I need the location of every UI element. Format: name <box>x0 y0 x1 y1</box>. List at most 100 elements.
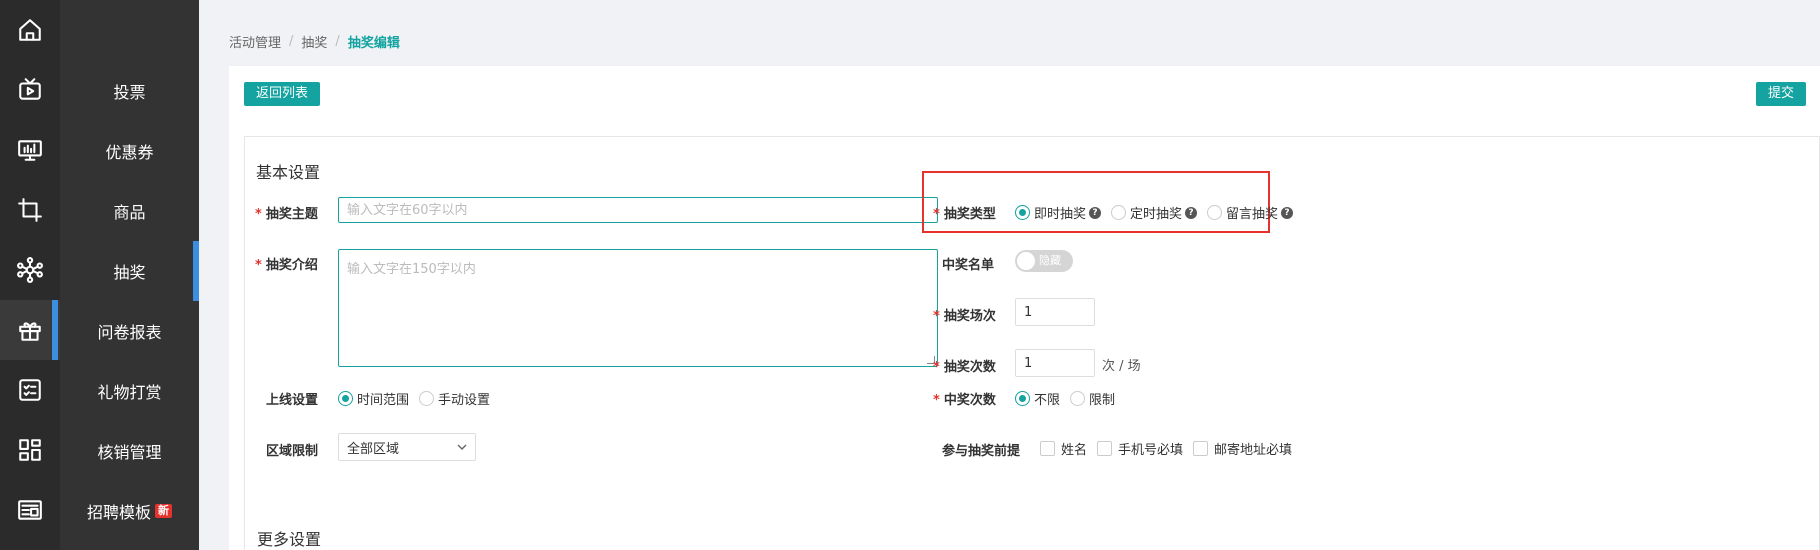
win-times-option-unlimited[interactable]: 不限 <box>1015 389 1060 408</box>
submenu-item-label: 优惠券 <box>105 143 154 162</box>
winner-list-toggle[interactable]: 隐藏 <box>1015 250 1073 272</box>
win-times-option-limit[interactable]: 限制 <box>1070 389 1115 408</box>
required-mark: * <box>255 207 262 222</box>
intro-label: * 抽奖介绍 <box>255 258 318 273</box>
submenu-item-vote[interactable]: 投票 <box>60 61 199 121</box>
radio-unselected <box>1070 391 1086 406</box>
submenu-item-verify[interactable]: 核销管理 <box>60 421 199 481</box>
grid-apps-icon <box>19 439 41 461</box>
checkbox-unchecked <box>1040 441 1055 456</box>
required-mark: * <box>933 309 940 324</box>
rail-network[interactable] <box>0 250 60 290</box>
edit-card: 返回列表 提交 基本设置 *抽奖主题 *抽奖介绍 上线设置 时间范围 手动设置 … <box>229 66 1820 550</box>
submenu-item-label: 核销管理 <box>97 443 162 462</box>
rounds-label: * 抽奖场次 <box>933 309 996 324</box>
tv-icon <box>19 78 41 100</box>
rail-grid[interactable] <box>0 430 60 470</box>
prereq-option-name[interactable]: 姓名 <box>1040 439 1087 458</box>
chevron-down-icon <box>457 444 467 450</box>
online-label: 上线设置 <box>266 393 319 408</box>
highlight-box <box>922 171 1270 233</box>
online-option-manual[interactable]: 手动设置 <box>419 389 490 408</box>
rail-home[interactable] <box>0 10 60 50</box>
submit-button[interactable]: 提交 <box>1755 82 1806 106</box>
network-icon <box>17 257 43 283</box>
home-icon <box>19 19 41 41</box>
prereq-label: 参与抽奖前提 <box>942 444 1021 459</box>
newspaper-icon <box>18 500 42 520</box>
toggle-knob <box>1017 252 1035 270</box>
submenu-item-coupon[interactable]: 优惠券 <box>60 121 199 181</box>
radio-unselected <box>1207 205 1223 220</box>
back-to-list-button[interactable]: 返回列表 <box>244 82 321 106</box>
intro-textarea[interactable] <box>338 249 938 367</box>
submenu-item-label: 抽奖 <box>113 263 146 282</box>
rail-checklist[interactable] <box>0 370 60 410</box>
submenu-item-survey-report[interactable]: 问卷报表 <box>60 301 199 361</box>
gift-icon <box>19 322 41 341</box>
radio-unselected <box>1111 205 1127 220</box>
submenu-item-goods[interactable]: 商品 <box>60 181 199 241</box>
online-option-time-range[interactable]: 时间范围 <box>338 389 409 408</box>
online-radio-group: 时间范围 手动设置 <box>338 389 500 408</box>
checklist-icon <box>19 379 41 401</box>
more-settings-title: 更多设置 <box>257 530 322 549</box>
lottery-type-radio-group: 即时抽奖? 定时抽奖? 留言抽奖? <box>1015 203 1303 222</box>
help-icon[interactable]: ? <box>1281 206 1294 219</box>
win-times-radio-group: 不限 限制 <box>1015 389 1125 408</box>
radio-unselected <box>419 391 435 406</box>
rail-monitor[interactable] <box>0 130 60 170</box>
monitor-chart-icon <box>18 140 42 161</box>
theme-label: * 抽奖主题 <box>255 207 318 222</box>
submenu-item-label: 投票 <box>113 83 146 102</box>
theme-input[interactable] <box>338 197 938 223</box>
breadcrumb-item[interactable]: 活动管理 <box>229 32 281 51</box>
crop-icon <box>18 198 42 222</box>
checkbox-unchecked <box>1097 441 1113 456</box>
breadcrumb: 活动管理 / 抽奖 / 抽奖编辑 <box>229 32 400 51</box>
rail-tv[interactable] <box>0 70 60 110</box>
toggle-text: 隐藏 <box>1039 254 1061 267</box>
rail-gift[interactable] <box>0 300 60 360</box>
checkbox-unchecked <box>1193 441 1209 456</box>
breadcrumb-separator: / <box>335 34 340 49</box>
help-icon[interactable]: ? <box>1185 206 1198 219</box>
main-content: 活动管理 / 抽奖 / 抽奖编辑 返回列表 提交 基本设置 *抽奖主题 *抽奖介… <box>199 0 1820 550</box>
prereq-checkbox-group: 姓名 手机号必填 邮寄地址必填 <box>1040 439 1302 458</box>
submenu-item-recruit-template[interactable]: 招聘模板 新 <box>60 481 199 541</box>
submenu-item-label: 礼物打赏 <box>97 383 162 402</box>
required-mark: * <box>933 207 940 222</box>
submenu: 投票 优惠券 商品 抽奖 问卷报表 礼物打赏 核销管理 招聘模板 新 <box>60 0 199 550</box>
prereq-option-phone[interactable]: 手机号必填 <box>1097 439 1183 458</box>
new-badge: 新 <box>155 504 172 518</box>
submenu-item-gift-reward[interactable]: 礼物打赏 <box>60 361 199 421</box>
region-select[interactable]: 全部区域 <box>338 433 476 461</box>
required-mark: * <box>933 393 940 408</box>
region-label: 区域限制 <box>266 444 319 459</box>
radio-selected <box>1015 205 1030 220</box>
required-mark: * <box>255 258 262 273</box>
breadcrumb-current: 抽奖编辑 <box>347 36 400 51</box>
type-option-instant[interactable]: 即时抽奖? <box>1015 203 1102 222</box>
win-times-label: * 中奖次数 <box>933 393 996 408</box>
help-icon[interactable]: ? <box>1089 206 1102 219</box>
rail-crop[interactable] <box>0 190 60 230</box>
times-input[interactable] <box>1015 349 1095 377</box>
submenu-item-label: 招聘模板 <box>86 503 151 522</box>
submenu-item-label: 问卷报表 <box>97 323 162 342</box>
prereq-option-address[interactable]: 邮寄地址必填 <box>1193 439 1292 458</box>
times-unit: 次 / 场 <box>1102 359 1141 374</box>
radio-selected <box>1015 391 1030 406</box>
rounds-input[interactable] <box>1015 298 1095 326</box>
submenu-item-lottery[interactable]: 抽奖 <box>60 241 199 301</box>
type-option-scheduled[interactable]: 定时抽奖? <box>1111 203 1198 222</box>
breadcrumb-item[interactable]: 抽奖 <box>301 32 327 51</box>
rail-newspaper[interactable] <box>0 490 60 530</box>
radio-selected <box>338 391 353 406</box>
submenu-item-label: 商品 <box>113 203 146 222</box>
times-label: * 抽奖次数 <box>933 360 996 375</box>
type-option-comment[interactable]: 留言抽奖? <box>1207 203 1294 222</box>
winner-list-label: 中奖名单 <box>942 258 995 273</box>
breadcrumb-separator: / <box>289 34 294 49</box>
required-mark: * <box>933 360 940 375</box>
